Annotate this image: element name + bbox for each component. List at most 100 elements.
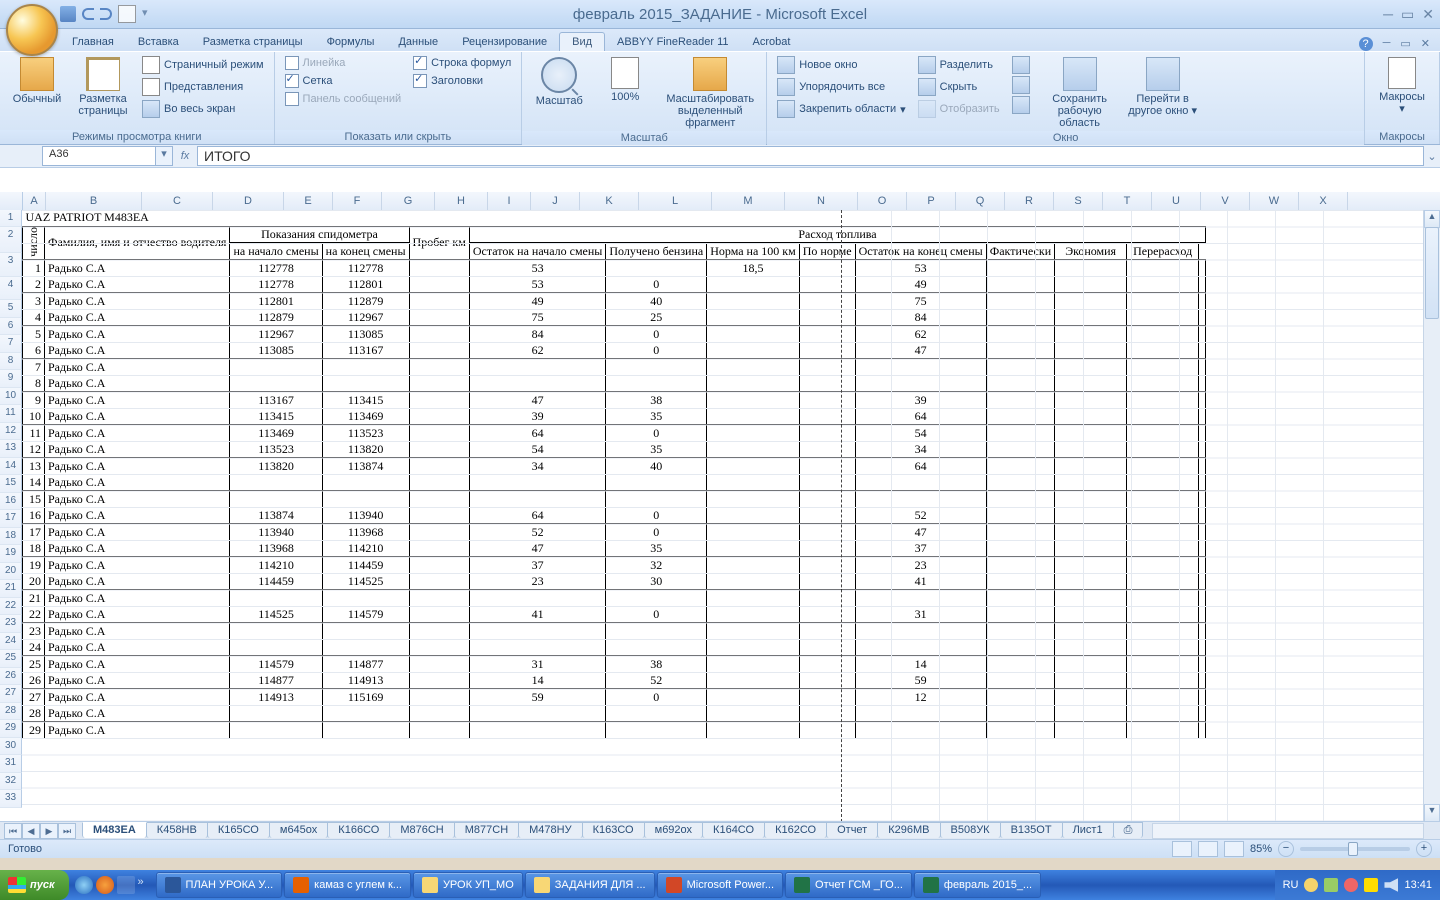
- cell[interactable]: Радько С.А: [45, 573, 230, 590]
- cell[interactable]: [409, 524, 469, 541]
- row-header[interactable]: 16: [0, 493, 22, 511]
- row-header[interactable]: 22: [0, 598, 22, 616]
- sheet-tab[interactable]: К163СО: [582, 822, 645, 838]
- cell[interactable]: 112778: [230, 260, 322, 277]
- sheet-tab[interactable]: К162СО: [764, 822, 827, 838]
- cell[interactable]: Радько С.А: [45, 722, 230, 739]
- cell[interactable]: [1199, 276, 1206, 293]
- column-header[interactable]: S: [1054, 192, 1103, 210]
- cell[interactable]: [1127, 524, 1199, 541]
- column-header[interactable]: N: [785, 192, 858, 210]
- row-header[interactable]: 10: [0, 388, 22, 406]
- cell[interactable]: [606, 260, 707, 277]
- cell[interactable]: Радько С.А: [45, 425, 230, 442]
- cell[interactable]: [469, 375, 606, 392]
- cell[interactable]: [1199, 590, 1206, 607]
- cell[interactable]: [1127, 342, 1199, 359]
- cell[interactable]: [1199, 458, 1206, 475]
- name-box[interactable]: A36: [42, 146, 156, 166]
- zoom-level[interactable]: 85%: [1250, 843, 1272, 855]
- cell[interactable]: [1127, 705, 1199, 722]
- cell[interactable]: 40: [606, 458, 707, 475]
- column-header[interactable]: C: [142, 192, 213, 210]
- cell[interactable]: Радько С.А: [45, 639, 230, 656]
- cell[interactable]: [1127, 375, 1199, 392]
- cell[interactable]: [1199, 474, 1206, 491]
- cell[interactable]: [409, 375, 469, 392]
- cell[interactable]: [1127, 326, 1199, 343]
- cell[interactable]: 0: [606, 342, 707, 359]
- cell[interactable]: 84: [469, 326, 606, 343]
- cell[interactable]: [799, 689, 855, 706]
- cell[interactable]: 30: [606, 573, 707, 590]
- cell[interactable]: 114210: [230, 557, 322, 574]
- ribbon-tab[interactable]: Данные: [386, 33, 450, 51]
- cell[interactable]: [1199, 606, 1206, 623]
- column-header[interactable]: H: [435, 192, 488, 210]
- cell[interactable]: [707, 540, 800, 557]
- cell[interactable]: 28: [23, 705, 45, 722]
- cell[interactable]: [1127, 359, 1199, 376]
- cell[interactable]: [1199, 342, 1206, 359]
- ribbon-tab[interactable]: Acrobat: [741, 33, 803, 51]
- cell[interactable]: Радько С.А: [45, 689, 230, 706]
- cell[interactable]: [409, 425, 469, 442]
- cell[interactable]: [986, 524, 1054, 541]
- cell[interactable]: [230, 474, 322, 491]
- cell[interactable]: [1055, 276, 1127, 293]
- help-icon[interactable]: ?: [1359, 37, 1373, 51]
- cell[interactable]: 113085: [230, 342, 322, 359]
- headings-checkbox[interactable]: Заголовки: [409, 73, 515, 89]
- cell[interactable]: [1055, 425, 1127, 442]
- cell[interactable]: [986, 342, 1054, 359]
- cell[interactable]: [986, 606, 1054, 623]
- cell[interactable]: [1127, 507, 1199, 524]
- column-header[interactable]: M: [712, 192, 785, 210]
- cell[interactable]: [230, 491, 322, 508]
- cell[interactable]: [1055, 606, 1127, 623]
- cell[interactable]: Радько С.А: [45, 276, 230, 293]
- row-header[interactable]: 20: [0, 563, 22, 581]
- cell[interactable]: 64: [469, 507, 606, 524]
- cell[interactable]: [1055, 359, 1127, 376]
- cell[interactable]: 113874: [322, 458, 409, 475]
- cell[interactable]: [322, 491, 409, 508]
- horizontal-scrollbar[interactable]: [1152, 823, 1424, 839]
- cell[interactable]: [409, 260, 469, 277]
- cell[interactable]: 37: [469, 557, 606, 574]
- cell[interactable]: [409, 656, 469, 673]
- row-header[interactable]: 1: [0, 210, 22, 227]
- cell[interactable]: [707, 705, 800, 722]
- cell[interactable]: 18,5: [707, 260, 800, 277]
- cell[interactable]: [799, 705, 855, 722]
- cell[interactable]: 8: [23, 375, 45, 392]
- cell[interactable]: Радько С.А: [45, 606, 230, 623]
- cell[interactable]: 113167: [230, 392, 322, 409]
- cell[interactable]: 113085: [322, 326, 409, 343]
- cell[interactable]: [799, 326, 855, 343]
- first-sheet-button[interactable]: ⏮: [4, 823, 22, 839]
- cell[interactable]: [986, 359, 1054, 376]
- cell[interactable]: [1199, 540, 1206, 557]
- cell[interactable]: [409, 276, 469, 293]
- cell[interactable]: [707, 359, 800, 376]
- cell[interactable]: [799, 474, 855, 491]
- page-break-view-icon[interactable]: [1224, 841, 1244, 857]
- cell[interactable]: 27: [23, 689, 45, 706]
- cell[interactable]: [1055, 672, 1127, 689]
- row-header[interactable]: 33: [0, 790, 22, 808]
- cell[interactable]: Радько С.А: [45, 309, 230, 326]
- cell[interactable]: [1199, 359, 1206, 376]
- cell[interactable]: [606, 491, 707, 508]
- cell[interactable]: 113820: [322, 441, 409, 458]
- cell[interactable]: [707, 392, 800, 409]
- cell[interactable]: [986, 326, 1054, 343]
- cell[interactable]: 114459: [322, 557, 409, 574]
- cell[interactable]: 37: [855, 540, 986, 557]
- scroll-up-button[interactable]: ▲: [1424, 210, 1440, 228]
- cell[interactable]: [986, 590, 1054, 607]
- cell[interactable]: 114913: [230, 689, 322, 706]
- cell[interactable]: 47: [469, 392, 606, 409]
- cell[interactable]: [1199, 524, 1206, 541]
- ribbon-tab[interactable]: Вставка: [126, 33, 191, 51]
